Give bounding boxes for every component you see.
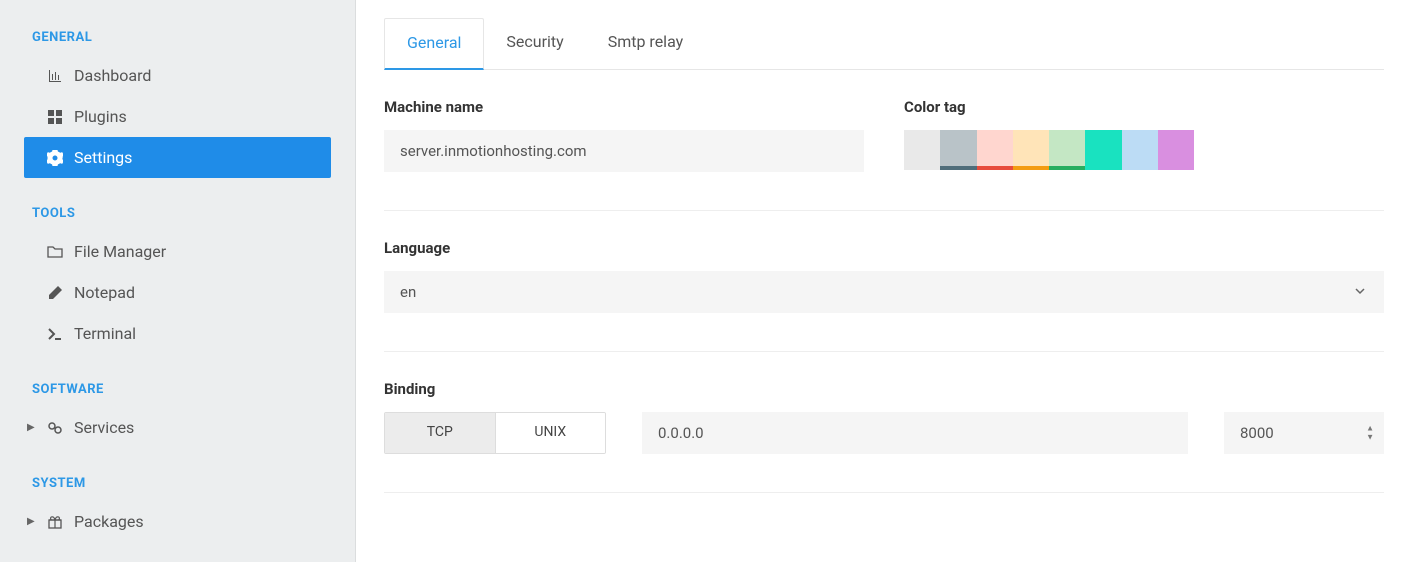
- gear-icon: [46, 150, 64, 166]
- sidebar-item-label: Services: [74, 418, 134, 437]
- sidebar-item-file-manager[interactable]: File Manager: [24, 231, 331, 272]
- nav-section-system: SYSTEM: [8, 468, 347, 501]
- sidebar-item-label: File Manager: [74, 242, 166, 261]
- folder-icon: [46, 244, 64, 260]
- pencil-icon: [46, 285, 64, 301]
- binding-port-wrap: ▲ ▼: [1224, 412, 1384, 454]
- binding-host-input[interactable]: [642, 412, 1188, 454]
- tab-security[interactable]: Security: [484, 18, 585, 69]
- sidebar-item-label: Settings: [74, 148, 132, 167]
- binding-mode-toggle: TCP UNIX: [384, 412, 606, 454]
- sidebar-item-label: Plugins: [74, 107, 127, 126]
- tabs: General Security Smtp relay: [384, 18, 1384, 70]
- language-select[interactable]: en: [384, 271, 1384, 313]
- nav-section-general: GENERAL: [8, 22, 347, 55]
- color-swatch-2[interactable]: [977, 130, 1013, 170]
- sidebar-item-settings[interactable]: Settings: [24, 137, 331, 178]
- color-tag-label: Color tag: [904, 98, 1384, 116]
- color-swatches: [904, 130, 1194, 170]
- caret-right-icon: ▶: [27, 516, 35, 527]
- gift-icon: [46, 514, 64, 530]
- color-swatch-6[interactable]: [1122, 130, 1158, 170]
- machine-name-input[interactable]: [384, 130, 864, 172]
- color-swatch-1[interactable]: [940, 130, 976, 170]
- sidebar-item-services[interactable]: ▶ Services: [24, 407, 331, 448]
- language-label: Language: [384, 239, 1384, 257]
- sidebar-item-notepad[interactable]: Notepad: [24, 272, 331, 313]
- sidebar-item-plugins[interactable]: Plugins: [24, 96, 331, 137]
- sidebar-item-label: Notepad: [74, 283, 135, 302]
- binding-mode-tcp[interactable]: TCP: [385, 413, 495, 453]
- terminal-icon: [46, 326, 64, 342]
- sidebar-item-label: Dashboard: [74, 66, 151, 85]
- binding-mode-unix[interactable]: UNIX: [495, 413, 606, 453]
- sidebar-item-packages[interactable]: ▶ Packages: [24, 501, 331, 542]
- language-select-wrap: en: [384, 271, 1384, 313]
- spinner-down-icon[interactable]: ▼: [1366, 434, 1374, 442]
- binding-port-input[interactable]: [1224, 412, 1384, 454]
- main-content: General Security Smtp relay Machine name…: [356, 0, 1408, 562]
- tab-general[interactable]: General: [384, 18, 484, 70]
- color-swatch-0[interactable]: [904, 130, 940, 170]
- color-swatch-4[interactable]: [1049, 130, 1085, 170]
- sidebar: GENERAL Dashboard Plugins Settings TOOLS…: [0, 0, 356, 562]
- tab-smtp[interactable]: Smtp relay: [586, 18, 706, 69]
- machine-name-label: Machine name: [384, 98, 864, 116]
- sidebar-item-dashboard[interactable]: Dashboard: [24, 55, 331, 96]
- number-spinner[interactable]: ▲ ▼: [1366, 425, 1374, 442]
- color-swatch-3[interactable]: [1013, 130, 1049, 170]
- binding-label: Binding: [384, 380, 1384, 398]
- sidebar-item-label: Packages: [74, 512, 144, 531]
- caret-right-icon: ▶: [27, 422, 35, 433]
- color-swatch-7[interactable]: [1158, 130, 1194, 170]
- color-tag-field: Color tag: [904, 98, 1384, 172]
- grid-icon: [46, 109, 64, 125]
- chart-icon: [46, 68, 64, 84]
- nav-section-software: SOFTWARE: [8, 374, 347, 407]
- sidebar-item-terminal[interactable]: Terminal: [24, 313, 331, 354]
- nav-section-tools: TOOLS: [8, 198, 347, 231]
- sidebar-item-label: Terminal: [74, 324, 136, 343]
- machine-name-field: Machine name: [384, 98, 864, 172]
- gears-icon: [46, 420, 64, 436]
- color-swatch-5[interactable]: [1085, 130, 1121, 170]
- spinner-up-icon[interactable]: ▲: [1366, 425, 1374, 433]
